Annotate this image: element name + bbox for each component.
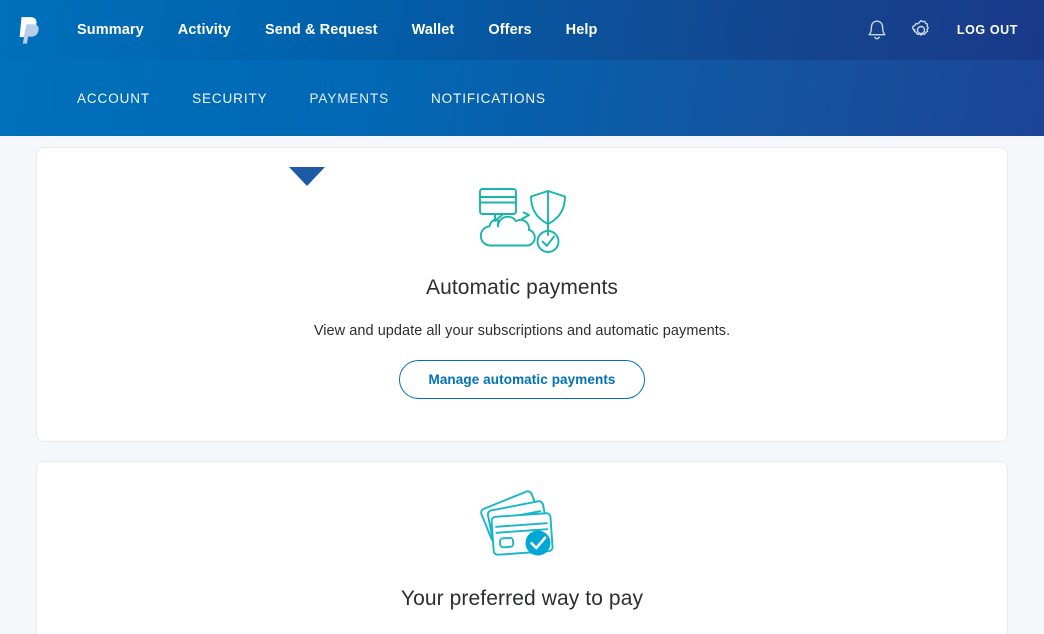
- tab-security[interactable]: SECURITY: [171, 91, 288, 106]
- payments-settings-content: Automatic payments View and update all y…: [0, 136, 1044, 634]
- top-navigation-bar: Summary Activity Send & Request Wallet O…: [0, 0, 1044, 60]
- gear-icon: [911, 19, 929, 36]
- automatic-payments-card: Automatic payments View and update all y…: [36, 147, 1008, 442]
- preferred-payment-method-title: Your preferred way to pay: [400, 587, 644, 610]
- settings-tab-bar: ACCOUNT SECURITY PAYMENTS NOTIFICATIONS: [0, 60, 1044, 186]
- tab-notifications[interactable]: NOTIFICATIONS: [410, 91, 567, 106]
- manage-automatic-payments-button[interactable]: Manage automatic payments: [399, 360, 645, 399]
- nav-link-send-request[interactable]: Send & Request: [248, 22, 395, 38]
- notifications-button[interactable]: [855, 10, 899, 50]
- paypal-logo: [19, 17, 39, 44]
- active-tab-pointer: [288, 166, 325, 186]
- stacked-payment-cards-check-icon: [480, 490, 554, 556]
- logout-button[interactable]: LOG OUT: [943, 23, 1026, 37]
- automatic-payments-title: Automatic payments: [425, 276, 619, 299]
- nav-link-activity[interactable]: Activity: [161, 22, 248, 38]
- nav-link-help[interactable]: Help: [549, 22, 615, 38]
- top-navigation-links: Summary Activity Send & Request Wallet O…: [60, 22, 614, 38]
- paypal-logo-link[interactable]: [0, 15, 60, 45]
- cloud-card-shield-check-icon: [479, 188, 566, 253]
- settings-button[interactable]: [899, 10, 943, 50]
- tab-account[interactable]: ACCOUNT: [56, 91, 171, 106]
- settings-tab-list: ACCOUNT SECURITY PAYMENTS NOTIFICATIONS: [0, 91, 567, 186]
- top-navigation-actions: LOG OUT: [855, 10, 1044, 50]
- nav-link-offers[interactable]: Offers: [471, 22, 548, 38]
- bell-icon: [868, 20, 886, 40]
- nav-link-wallet[interactable]: Wallet: [395, 22, 472, 38]
- tab-payments[interactable]: PAYMENTS: [288, 91, 410, 186]
- nav-link-summary[interactable]: Summary: [60, 22, 161, 38]
- preferred-payment-method-card: Your preferred way to pay: [36, 461, 1008, 634]
- automatic-payments-description: View and update all your subscriptions a…: [313, 323, 731, 339]
